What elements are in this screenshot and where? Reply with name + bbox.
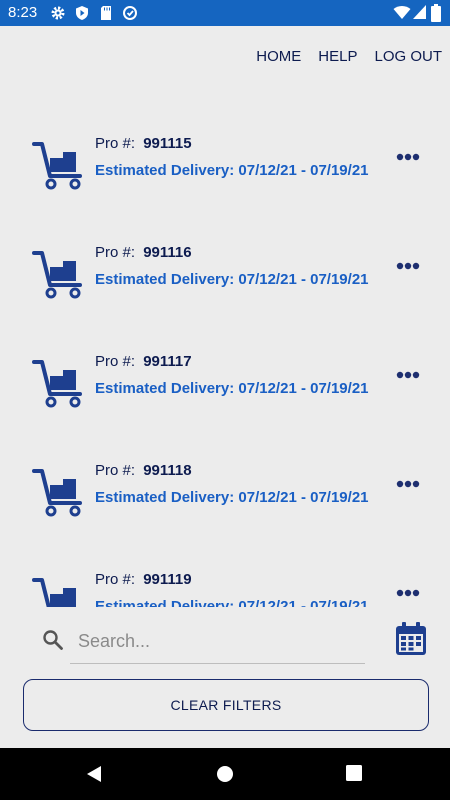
top-nav: HOME HELP LOG OUT [256,48,442,65]
list-item[interactable]: Pro #: 991116 Estimated Delivery: 07/12/… [0,219,450,319]
estimated-delivery: Estimated Delivery: 07/12/21 - 07/19/21 [95,271,369,288]
data-saver-icon [123,6,137,20]
estimated-delivery: Estimated Delivery: 07/12/21 - 07/19/21 [95,489,369,506]
pro-number-row: Pro #: 991115 [95,135,192,152]
search-input[interactable] [70,620,365,664]
hand-truck-icon [32,578,76,607]
calendar-icon[interactable] [395,622,427,656]
clear-filters-button[interactable]: CLEAR FILTERS [23,679,429,731]
list-item[interactable]: Pro #: 991118 Estimated Delivery: 07/12/… [0,437,450,537]
status-bar: 8:23 [0,0,450,26]
more-horizontal-icon[interactable] [396,152,420,162]
status-time: 8:23 [8,4,38,21]
list-item[interactable]: Pro #: 991117 Estimated Delivery: 07/12/… [0,328,450,428]
pro-number: 991119 [143,571,192,588]
pro-label: Pro #: [95,571,136,588]
estimated-delivery: Estimated Delivery: 07/12/21 - 07/19/21 [95,380,369,397]
pro-number: 991115 [143,135,192,152]
nav-help[interactable]: HELP [318,48,357,65]
estimated-delivery: Estimated Delivery: 07/12/21 - 07/19/21 [95,162,369,179]
search-icon [43,630,63,650]
list-item[interactable]: Pro #: 991115 Estimated Delivery: 07/12/… [0,110,450,210]
hand-truck-icon [32,142,82,190]
shipment-list[interactable]: Pro #: 991115 Estimated Delivery: 07/12/… [0,110,450,607]
pro-label: Pro #: [95,462,136,479]
back-icon[interactable] [85,765,103,783]
nav-home[interactable]: HOME [256,48,301,65]
more-horizontal-icon[interactable] [396,370,420,380]
estimated-delivery: Estimated Delivery: 07/12/21 - 07/19/21 [95,598,369,607]
pro-number-row: Pro #: 991117 [95,353,192,370]
wifi-icon [393,6,411,19]
android-nav-bar [0,748,450,800]
pro-number: 991118 [143,462,192,479]
cellular-signal-icon [413,5,426,19]
home-circle-icon[interactable] [216,765,234,783]
list-item[interactable]: Pro #: 991119 Estimated Delivery: 07/12/… [0,546,450,607]
more-horizontal-icon[interactable] [396,479,420,489]
sd-card-icon [101,6,111,20]
pro-label: Pro #: [95,353,136,370]
shield-play-icon [76,6,88,20]
pro-number: 991116 [143,244,192,261]
pro-label: Pro #: [95,135,136,152]
recents-square-icon[interactable] [346,765,362,781]
more-horizontal-icon[interactable] [396,588,420,598]
hand-truck-icon [32,251,82,299]
pro-number: 991117 [143,353,192,370]
hand-truck-icon [32,469,82,517]
nav-logout[interactable]: LOG OUT [374,48,442,65]
hand-truck-icon [32,360,82,408]
search-bar [0,620,450,670]
battery-icon [431,4,441,22]
pro-number-row: Pro #: 991119 [95,571,192,588]
settings-icon [51,6,65,20]
pro-number-row: Pro #: 991118 [95,462,192,479]
pro-number-row: Pro #: 991116 [95,244,192,261]
more-horizontal-icon[interactable] [396,261,420,271]
pro-label: Pro #: [95,244,136,261]
